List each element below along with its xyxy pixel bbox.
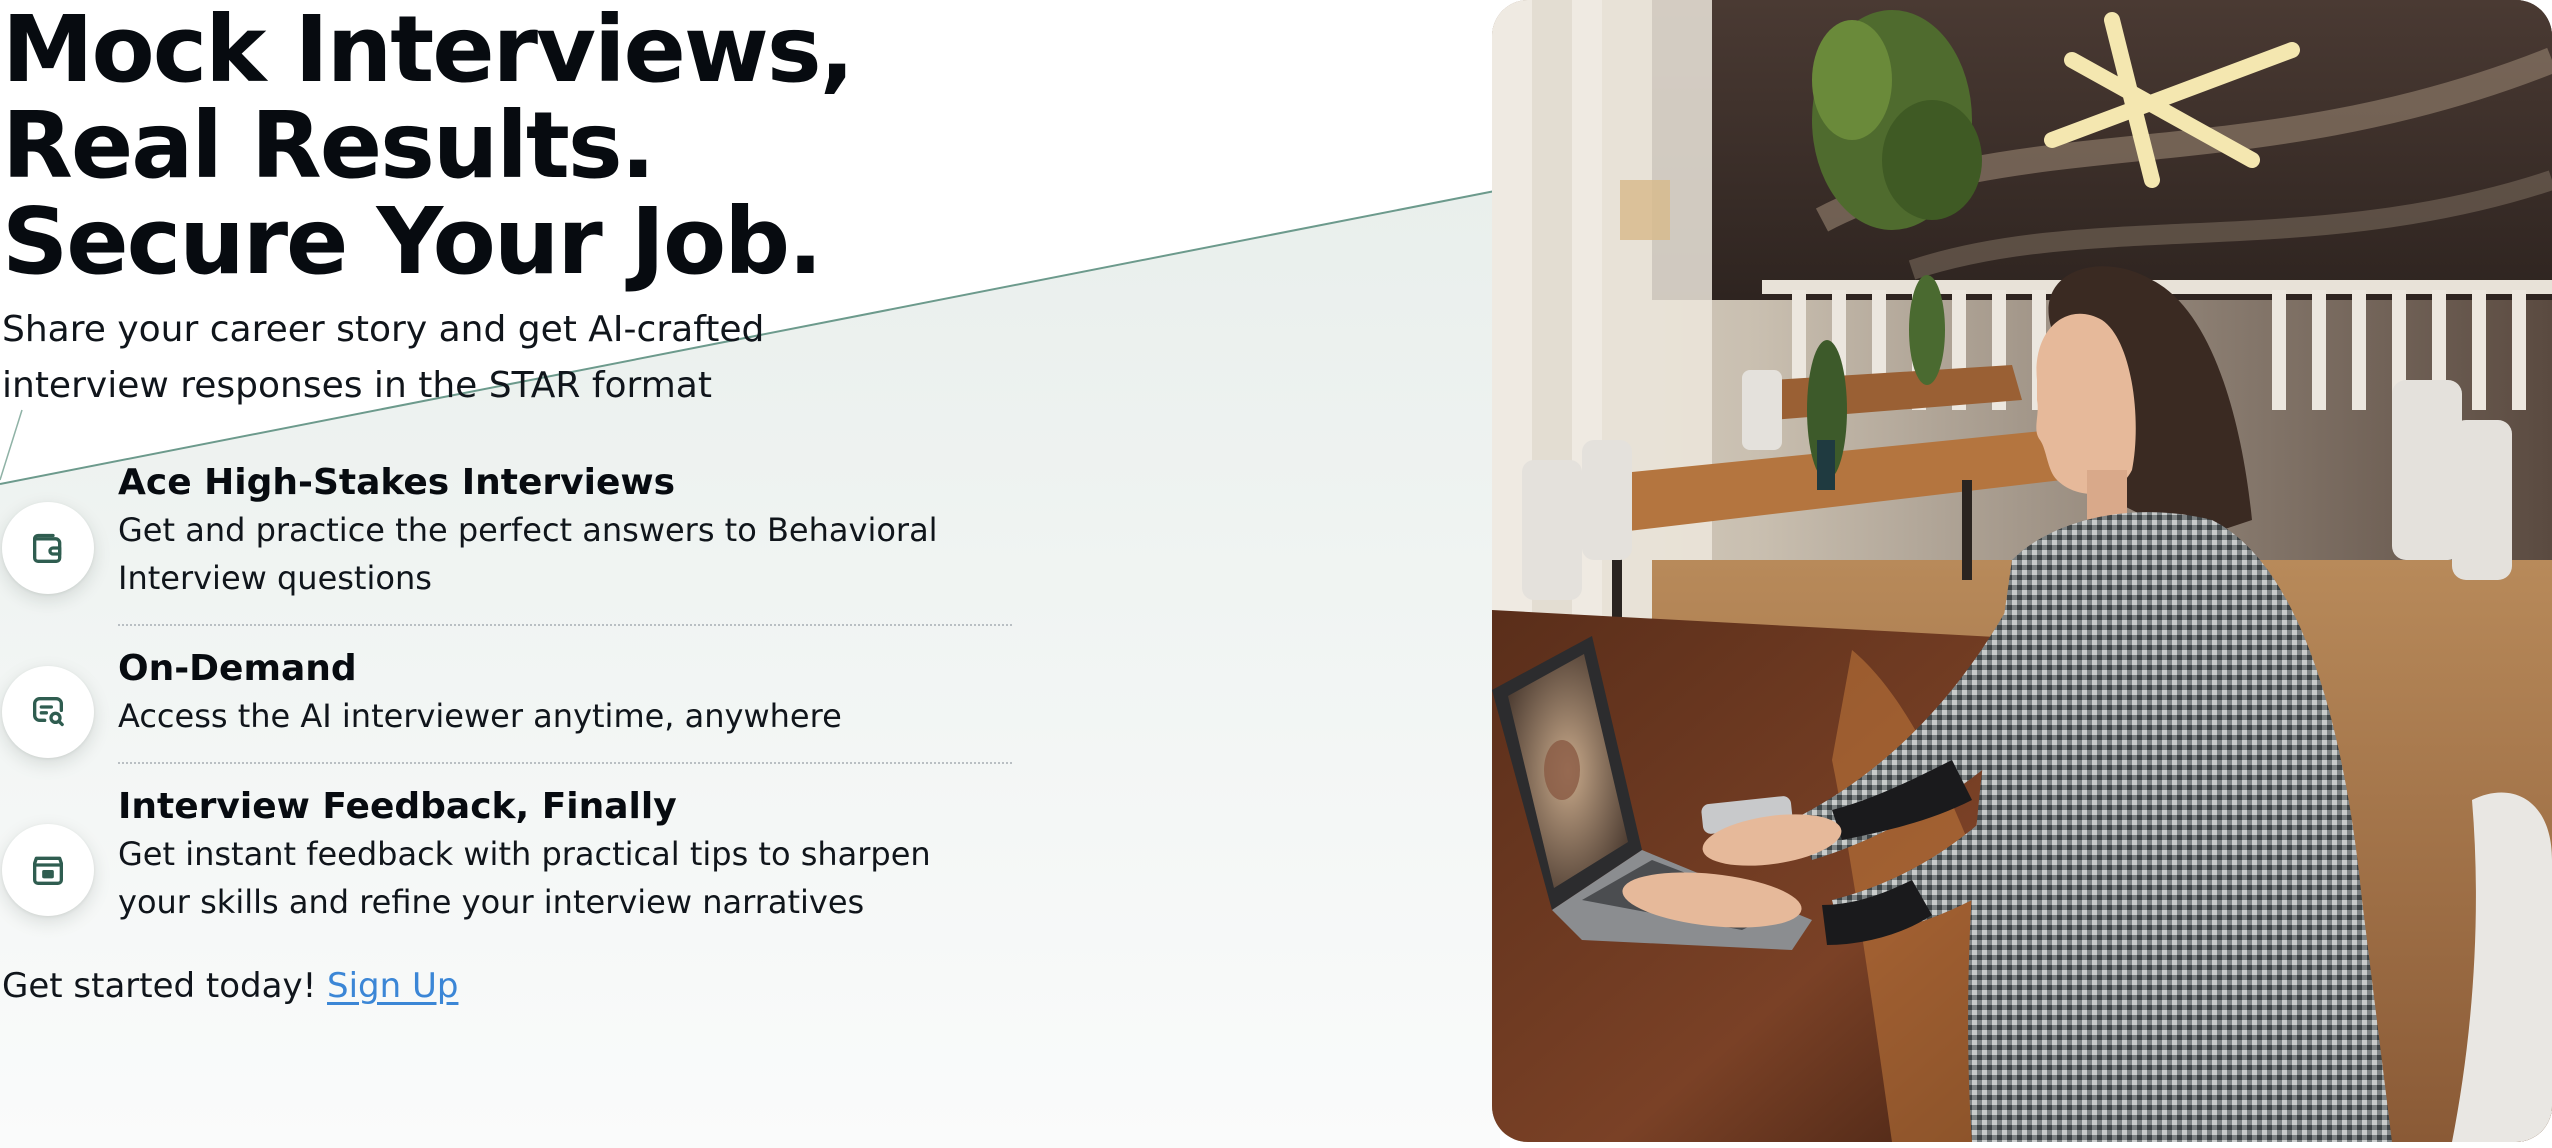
archive-box-icon: [33, 856, 63, 885]
headline-line-1: Mock Interviews,: [2, 0, 855, 103]
feature-description: Get and practice the perfect answers to …: [118, 511, 938, 597]
hero-section: Mock Interviews, Real Results. Secure Yo…: [0, 0, 1480, 1148]
cafe-scene-image: [1492, 0, 2552, 1142]
sign-up-link[interactable]: Sign Up: [327, 966, 458, 1006]
feature-description: Access the AI interviewer anytime, anywh…: [118, 697, 842, 735]
feature-description: Get instant feedback with practical tips…: [118, 835, 931, 921]
feature-text: Interview Feedback, Finally Get instant …: [118, 784, 1012, 926]
feature-divider: [118, 762, 1012, 764]
hero-headline: Mock Interviews, Real Results. Secure Yo…: [2, 0, 855, 295]
headline-line-3: Secure Your Job.: [2, 188, 823, 295]
feature-item-ace-interviews: Ace High-Stakes Interviews Get and pract…: [0, 460, 1012, 610]
feature-text: On-Demand Access the AI interviewer anyt…: [118, 646, 1012, 740]
feature-icon-badge: [2, 666, 94, 758]
feature-icon-badge: [2, 824, 94, 916]
feature-title: Interview Feedback, Finally: [118, 786, 677, 827]
feature-item-feedback: Interview Feedback, Finally Get instant …: [0, 784, 1012, 934]
feature-item-on-demand: On-Demand Access the AI interviewer anyt…: [0, 646, 1012, 758]
feature-title: Ace High-Stakes Interviews: [118, 462, 676, 503]
feature-icon-badge: [2, 502, 94, 594]
cta-line: Get started today! Sign Up: [2, 960, 458, 1012]
cta-prefix: Get started today!: [2, 966, 317, 1006]
hero-subtitle: Share your career story and get AI-craft…: [2, 309, 765, 406]
headline-line-2: Real Results.: [2, 92, 656, 199]
hero-photo: [1492, 0, 2552, 1142]
feature-title: On-Demand: [118, 648, 357, 689]
wallet-icon: [33, 533, 62, 563]
feature-divider: [118, 624, 1012, 626]
feature-text: Ace High-Stakes Interviews Get and pract…: [118, 460, 1012, 602]
search-message-icon: [33, 697, 64, 727]
